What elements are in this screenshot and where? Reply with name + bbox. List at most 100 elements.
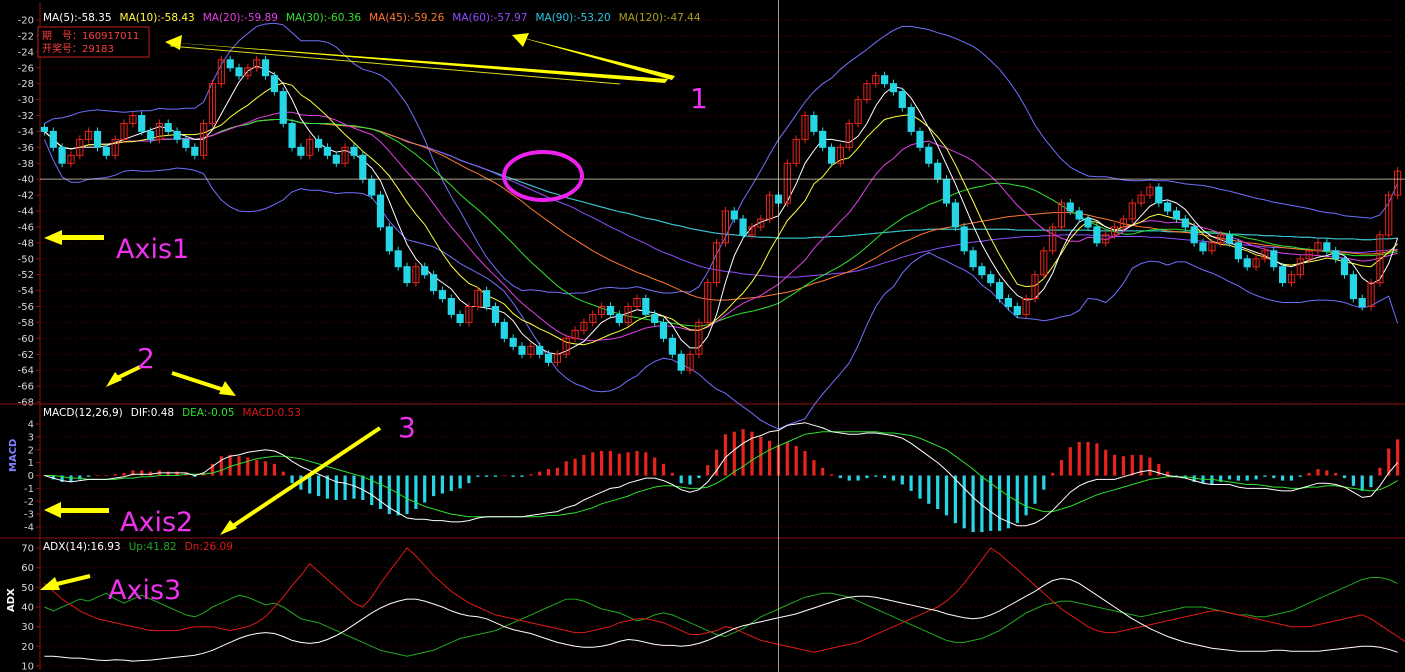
macd-histogram-bar (644, 452, 648, 476)
macd-histogram-bar (635, 451, 639, 476)
macd-histogram-bar (423, 475, 427, 503)
main-y-tick-label: -40 (18, 175, 34, 186)
main-y-tick-label: -38 (18, 159, 34, 170)
candle-body (881, 75, 889, 85)
macd-histogram-bar (405, 475, 409, 515)
macd-histogram-bar (493, 475, 498, 477)
macd-histogram-bar (582, 454, 586, 476)
main-y-tick-label: -42 (18, 191, 34, 202)
main-y-tick-label: -46 (18, 222, 34, 233)
macd-histogram-bar (476, 475, 480, 477)
macd-histogram-bar (1360, 475, 1364, 491)
macd-y-tick-label: -1 (24, 484, 34, 495)
macd-legend-item: MACD(12,26,9) (43, 407, 123, 419)
macd-histogram-bar (626, 452, 630, 476)
macd-histogram-bar (732, 431, 736, 476)
macd-histogram-bar (706, 465, 710, 476)
candle-body (1279, 266, 1287, 284)
macd-histogram-bar (1113, 454, 1117, 476)
candle-body (615, 314, 623, 323)
macd-y-tick-label: -2 (24, 497, 34, 508)
macd-y-tick-label: 1 (28, 458, 34, 469)
macd-histogram-bar (1104, 449, 1108, 476)
candle-body (147, 130, 155, 140)
candle-body (394, 250, 402, 268)
candle-body (1190, 226, 1198, 244)
macd-histogram-bar (449, 475, 453, 491)
macd-y-tick-label: 4 (28, 420, 34, 431)
macd-histogram-bar (794, 445, 798, 476)
macd-histogram-bar (1378, 467, 1382, 476)
candle-body (978, 266, 986, 276)
candle-body (951, 202, 959, 228)
candle-body (191, 146, 199, 156)
macd-histogram-bar (891, 475, 896, 481)
macd-histogram-bar (1148, 457, 1152, 476)
macd-histogram-bar (944, 475, 949, 516)
adx-y-tick-label: 40 (21, 603, 34, 614)
macd-histogram-bar (1051, 472, 1055, 476)
macd-histogram-bar (1307, 472, 1311, 476)
macd-histogram-bar (1121, 456, 1125, 476)
macd-histogram-bar (1325, 470, 1329, 476)
ma-legend-item: MA(10):-58.43 (120, 12, 195, 24)
macd-histogram-bar (122, 472, 126, 476)
candle-body (996, 282, 1004, 300)
macd-histogram-bar (697, 475, 701, 479)
macd-histogram-bar (803, 451, 807, 476)
macd-histogram-bar (87, 475, 91, 477)
candle-body (739, 218, 747, 236)
macd-histogram-bar (529, 474, 533, 476)
macd-legend: MACD(12,26,9) DIF:0.48 DEA:-0.05 MACD:0.53 (43, 407, 301, 419)
ma-legend-item: MA(60):-57.97 (452, 12, 527, 24)
macd-histogram-bar (485, 475, 489, 477)
main-y-tick-label: -48 (18, 238, 34, 249)
macd-histogram-bar (414, 475, 418, 509)
candle-body (1323, 242, 1331, 252)
candle-body (642, 298, 650, 315)
macd-histogram-bar (1227, 475, 1232, 480)
macd-histogram-bar (290, 475, 294, 484)
macd-histogram-bar (308, 475, 312, 494)
macd-histogram-bar (246, 457, 250, 476)
candle-body (350, 146, 358, 156)
macd-histogram-bar (653, 457, 657, 476)
macd-histogram-bar (759, 436, 763, 476)
macd-histogram-bar (1281, 475, 1285, 481)
candle-body (1199, 242, 1207, 252)
macd-histogram-bar (272, 463, 276, 476)
macd-histogram-bar (661, 463, 666, 476)
candle-body (368, 178, 376, 196)
macd-histogram-bar (936, 475, 940, 509)
candle-body (270, 75, 278, 93)
ma-legend-item: MA(90):-53.20 (535, 12, 610, 24)
macd-histogram-bar (1342, 475, 1347, 479)
macd-histogram-bar (909, 475, 913, 491)
candle-body (93, 130, 102, 148)
macd-histogram-bar (440, 475, 444, 494)
macd-histogram-bar (1077, 442, 1081, 476)
ma-legend-item: MA(45):-59.26 (369, 12, 445, 24)
adx-y-tick-label: 70 (21, 544, 34, 555)
candle-body (677, 353, 685, 371)
macd-histogram-bar (918, 475, 922, 499)
candle-body (1155, 186, 1163, 204)
macd-histogram-bar (900, 475, 904, 485)
macd-y-tick-label: -4 (24, 523, 34, 534)
ma-legend: MA(5):-58.35 MA(10):-58.43 MA(20):-59.89 MA… (43, 12, 701, 24)
main-y-tick-label: -64 (18, 366, 34, 377)
candle-body (1243, 258, 1251, 268)
candle-body (261, 59, 270, 77)
candle-body (1084, 218, 1092, 228)
candle-body (500, 321, 508, 339)
candle-body (359, 154, 367, 180)
adx-legend-item: Up:41.82 (129, 541, 177, 553)
info-box-issue: 期 号：160917011 (42, 30, 139, 42)
main-y-tick-label: -50 (18, 254, 34, 265)
macd-histogram-bar (1130, 454, 1134, 476)
macd-histogram-bar (865, 475, 869, 479)
candle-body (1332, 250, 1340, 260)
candle-body (182, 138, 190, 148)
candle-body (279, 91, 287, 124)
draw-info-box: 期 号：160917011 开奖号：29183 (37, 26, 150, 58)
